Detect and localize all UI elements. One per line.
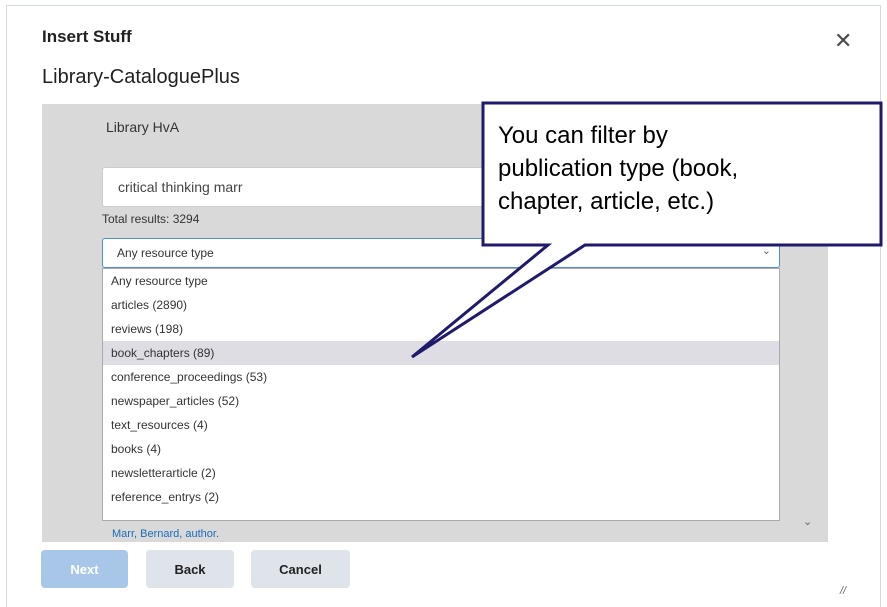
dropdown-option[interactable]: books (4)	[103, 437, 779, 461]
dropdown-option[interactable]: text_resources (4)	[103, 413, 779, 437]
dropdown-option[interactable]: newsletterarticle (2)	[103, 461, 779, 485]
cancel-button[interactable]: Cancel	[251, 550, 350, 588]
callout-line: You can filter by	[498, 122, 668, 149]
search-input-value: critical thinking marr	[118, 179, 243, 195]
dropdown-option[interactable]: articles (2890)	[103, 293, 779, 317]
dropdown-option-highlighted[interactable]: book_chapters (89)	[103, 341, 779, 365]
resource-type-select[interactable]: Any resource type ⌄	[102, 238, 780, 268]
chevron-down-icon: ⌄	[761, 245, 771, 257]
dropdown-option[interactable]: newspaper_articles (52)	[103, 389, 779, 413]
callout-text: You can filter by publication type (book…	[485, 102, 880, 218]
total-results: Total results: 3294	[102, 212, 200, 226]
dropdown-option[interactable]: Any resource type	[103, 269, 779, 293]
resource-type-selected: Any resource type	[117, 246, 214, 260]
dialog-subtitle: Library-CataloguePlus	[42, 66, 240, 88]
close-icon[interactable]: ✕	[834, 30, 852, 52]
scroll-down-icon[interactable]: ⌄	[803, 515, 812, 528]
callout-line: chapter, article, etc.)	[498, 188, 715, 215]
back-button[interactable]: Back	[146, 550, 234, 588]
dropdown-option[interactable]: reference_entrys (2)	[103, 485, 779, 509]
dropdown-option[interactable]: conference_proceedings (53)	[103, 365, 779, 389]
result-author-link[interactable]: Marr, Bernard, author.	[112, 528, 219, 540]
dropdown-option[interactable]: reviews (198)	[103, 317, 779, 341]
dialog-title: Insert Stuff	[42, 27, 132, 46]
resize-handle-icon[interactable]: //	[840, 585, 846, 597]
search-input[interactable]: critical thinking marr	[102, 167, 526, 207]
resource-type-dropdown[interactable]: Any resource type articles (2890) review…	[102, 268, 780, 521]
callout-line: publication type (book,	[498, 155, 739, 182]
next-button[interactable]: Next	[41, 550, 128, 588]
